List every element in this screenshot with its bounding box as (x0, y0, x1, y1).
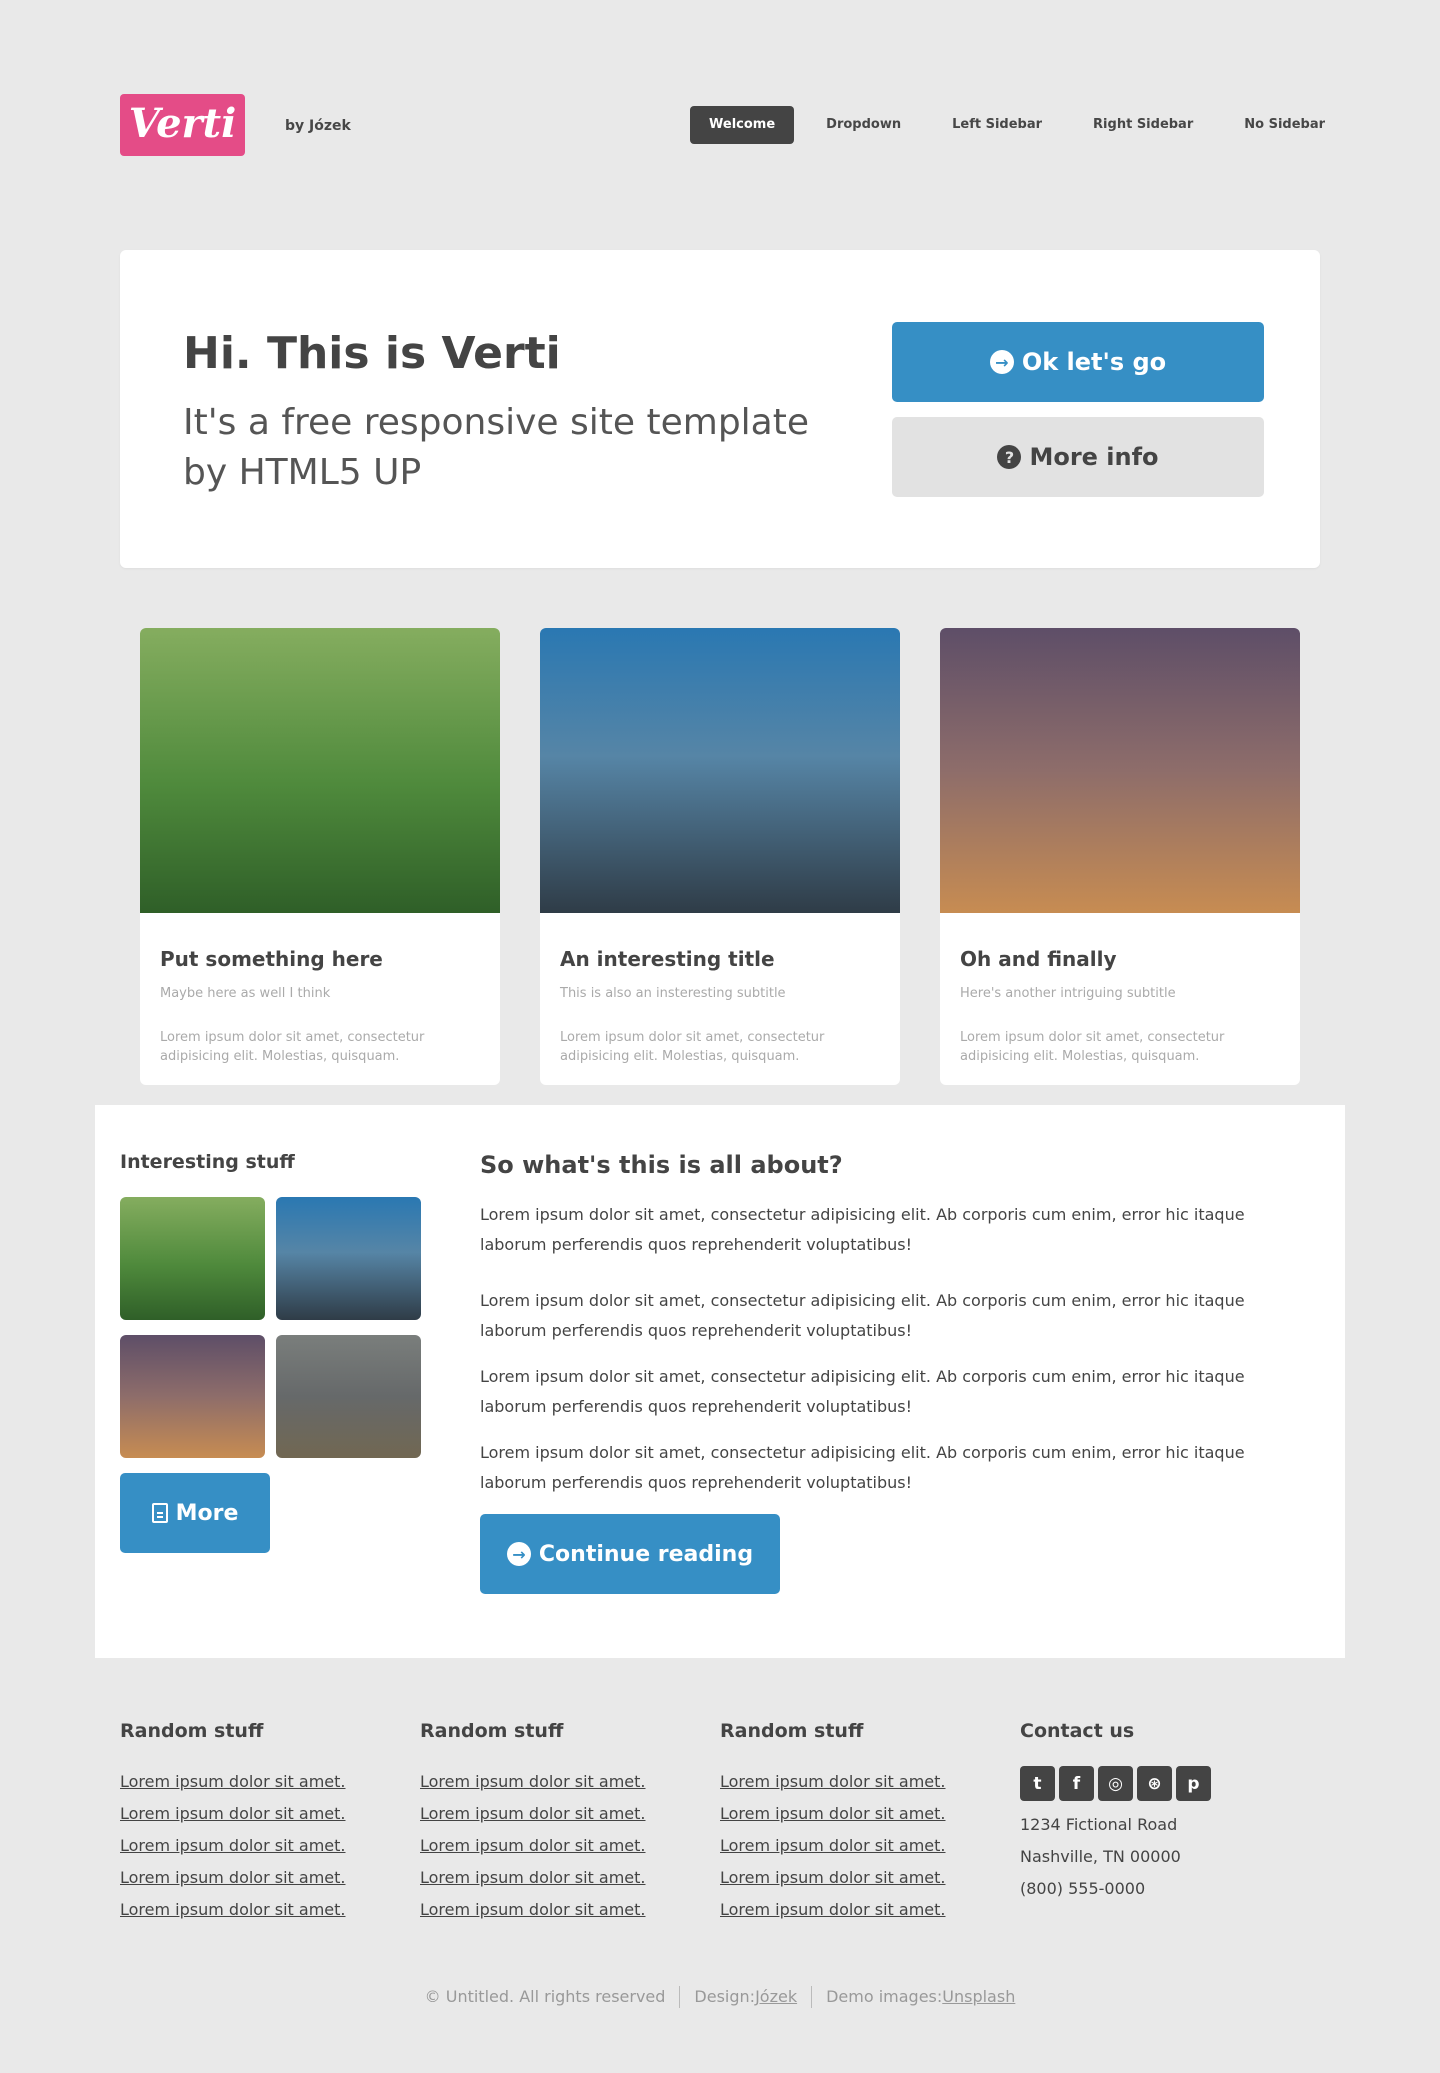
banner-title: Hi. This is Verti (183, 328, 561, 379)
copyright-text: © Untitled. All rights reserved (424, 1987, 666, 2006)
feature-image[interactable] (540, 628, 900, 913)
unsplash-link[interactable]: Unsplash (942, 1987, 1015, 2006)
feature-title: Oh and finally (960, 947, 1117, 971)
footer-link[interactable]: Lorem ipsum dolor sit amet. (420, 1772, 646, 1791)
footer-link[interactable]: Lorem ipsum dolor sit amet. (120, 1868, 346, 1887)
nav-dropdown[interactable]: Dropdown (807, 106, 920, 144)
footer-link[interactable]: Lorem ipsum dolor sit amet. (720, 1836, 946, 1855)
content-title: So what's this is all about? (480, 1151, 843, 1179)
feature-image[interactable] (140, 628, 500, 913)
nav-no-sidebar[interactable]: No Sidebar (1225, 106, 1344, 144)
main-nav: Welcome Dropdown Left Sidebar Right Side… (690, 106, 1357, 144)
main-section: Interesting stuff More So what's this is… (95, 1105, 1345, 1658)
images-credit: Demo images: Unsplash (811, 1986, 1029, 2008)
footer-column: Random stuff Lorem ipsum dolor sit amet.… (720, 1720, 980, 1926)
header: Verti by Józek Welcome Dropdown Left Sid… (0, 0, 1440, 250)
footer-link[interactable]: Lorem ipsum dolor sit amet. (720, 1804, 946, 1823)
feature-card: Put something here Maybe here as well I … (140, 628, 500, 1085)
feature-title: Put something here (160, 947, 383, 971)
footer-column-title: Random stuff (120, 1720, 264, 1742)
feature-text: Lorem ipsum dolor sit amet, consectetur … (960, 1030, 1225, 1064)
nav-right-sidebar[interactable]: Right Sidebar (1074, 106, 1212, 144)
footer-link[interactable]: Lorem ipsum dolor sit amet. (120, 1772, 346, 1791)
content-paragraph: Lorem ipsum dolor sit amet, consectetur … (480, 1205, 1245, 1254)
twitter-icon[interactable]: t (1020, 1766, 1055, 1801)
site-logo[interactable]: Verti (120, 94, 245, 156)
dribbble-icon[interactable]: ⊛ (1137, 1766, 1172, 1801)
footer-column-title: Random stuff (420, 1720, 564, 1742)
footer-link[interactable]: Lorem ipsum dolor sit amet. (420, 1804, 646, 1823)
feature-subtitle: Here's another intriguing subtitle (960, 986, 1176, 1001)
byline: by Józek (285, 118, 351, 134)
ok-lets-go-label: Ok let's go (1021, 348, 1167, 376)
footer-link[interactable]: Lorem ipsum dolor sit amet. (420, 1900, 646, 1919)
footer-link[interactable]: Lorem ipsum dolor sit amet. (720, 1772, 946, 1791)
document-icon (151, 1503, 168, 1523)
banner-subtitle: It's a free responsive site template by … (183, 402, 809, 493)
footer-link[interactable]: Lorem ipsum dolor sit amet. (720, 1900, 946, 1919)
footer-link[interactable]: Lorem ipsum dolor sit amet. (120, 1900, 346, 1919)
thumbnail-image[interactable] (276, 1197, 421, 1320)
content-paragraph: Lorem ipsum dolor sit amet, consectetur … (480, 1367, 1245, 1416)
footer-link[interactable]: Lorem ipsum dolor sit amet. (120, 1836, 346, 1855)
thumbnail-image[interactable] (120, 1335, 265, 1458)
nav-left-sidebar[interactable]: Left Sidebar (933, 106, 1061, 144)
thumbnail-image[interactable] (276, 1335, 421, 1458)
sidebar-title: Interesting stuff (120, 1151, 295, 1173)
design-link[interactable]: Józek (755, 1987, 797, 2006)
ok-lets-go-button[interactable]: → Ok let's go (892, 322, 1264, 402)
footer-link[interactable]: Lorem ipsum dolor sit amet. (420, 1836, 646, 1855)
arrow-right-circle-icon: → (506, 1542, 531, 1566)
footer-column: Random stuff Lorem ipsum dolor sit amet.… (120, 1720, 380, 1926)
feature-text: Lorem ipsum dolor sit amet, consectetur … (160, 1030, 425, 1064)
contact-column: Contact us t f ◎ ⊛ p 1234 Fictional Road… (1020, 1720, 1280, 1905)
footer-column: Random stuff Lorem ipsum dolor sit amet.… (420, 1720, 680, 1926)
design-label: Design: (694, 1987, 756, 2006)
more-info-label: More info (1029, 443, 1159, 471)
nav-welcome[interactable]: Welcome (690, 106, 795, 144)
content-paragraph: Lorem ipsum dolor sit amet, consectetur … (480, 1291, 1245, 1340)
more-info-button[interactable]: ? More info (892, 417, 1264, 497)
feature-text: Lorem ipsum dolor sit amet, consectetur … (560, 1030, 825, 1064)
continue-reading-button[interactable]: → Continue reading (480, 1514, 780, 1594)
address-line: Nashville, TN 00000 (1020, 1847, 1181, 1866)
copyright-bar: © Untitled. All rights reserved Design: J… (0, 1986, 1440, 2008)
feature-card: Oh and finally Here's another intriguing… (940, 628, 1300, 1085)
more-button[interactable]: More (120, 1473, 270, 1553)
content-paragraph: Lorem ipsum dolor sit amet, consectetur … (480, 1443, 1245, 1492)
arrow-right-circle-icon: → (989, 350, 1014, 374)
banner: Hi. This is Verti It's a free responsive… (120, 250, 1320, 568)
more-label: More (175, 1500, 239, 1526)
instagram-icon[interactable]: ◎ (1098, 1766, 1133, 1801)
pinterest-icon[interactable]: p (1176, 1766, 1211, 1801)
address-line: 1234 Fictional Road (1020, 1815, 1178, 1834)
images-label: Demo images: (826, 1987, 943, 2006)
social-icons: t f ◎ ⊛ p (1020, 1766, 1280, 1801)
continue-reading-label: Continue reading (538, 1541, 754, 1567)
facebook-icon[interactable]: f (1059, 1766, 1094, 1801)
thumbnail-image[interactable] (120, 1197, 265, 1320)
footer-link[interactable]: Lorem ipsum dolor sit amet. (120, 1804, 346, 1823)
question-circle-icon: ? (997, 445, 1022, 469)
feature-image[interactable] (940, 628, 1300, 913)
footer-link[interactable]: Lorem ipsum dolor sit amet. (420, 1868, 646, 1887)
feature-title: An interesting title (560, 947, 775, 971)
feature-card: An interesting title This is also an ins… (540, 628, 900, 1085)
design-credit: Design: Józek (679, 1986, 811, 2008)
feature-subtitle: This is also an insteresting subtitle (560, 986, 786, 1001)
phone-number: (800) 555-0000 (1020, 1879, 1146, 1898)
feature-subtitle: Maybe here as well I think (160, 986, 331, 1001)
footer-link[interactable]: Lorem ipsum dolor sit amet. (720, 1868, 946, 1887)
contact-title: Contact us (1020, 1720, 1135, 1742)
footer-column-title: Random stuff (720, 1720, 864, 1742)
